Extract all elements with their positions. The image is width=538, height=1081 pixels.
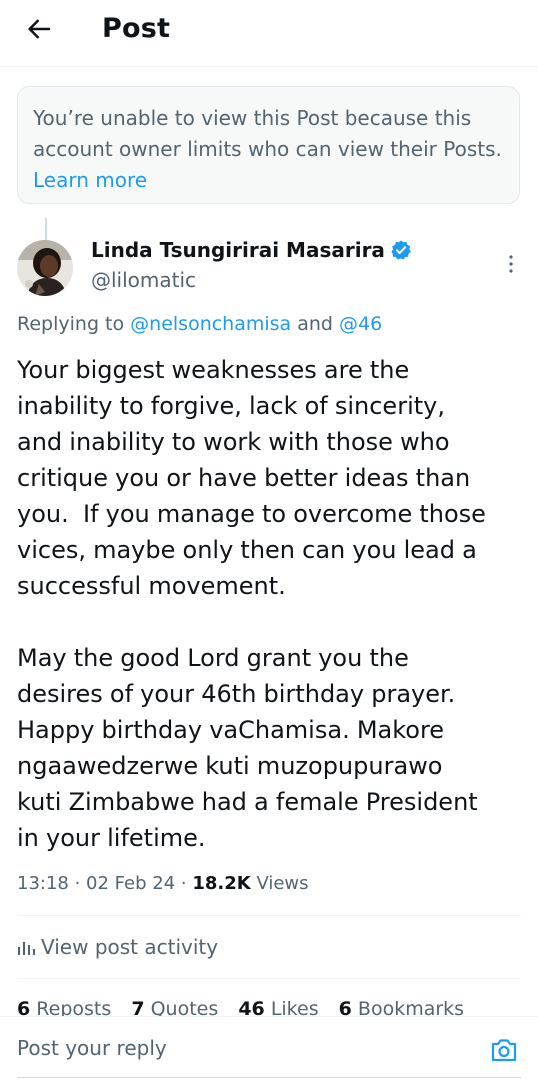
reply-input[interactable] — [17, 1031, 457, 1065]
page-title: Post — [102, 13, 171, 44]
analytics-bars-icon — [18, 942, 35, 955]
reposts-stat[interactable]: 6 Reposts — [17, 998, 111, 1016]
replying-prefix: Replying to — [17, 313, 131, 335]
likes-stat[interactable]: 46 Likes — [238, 998, 318, 1016]
views-count: 18.2K — [192, 873, 251, 894]
more-options-icon[interactable] — [505, 252, 517, 276]
learn-more-link[interactable]: Learn more — [33, 168, 147, 192]
quotes-count: 7 — [131, 998, 145, 1016]
mention-link-46[interactable]: @46 — [339, 313, 382, 335]
post-date[interactable]: 02 Feb 24 — [86, 873, 175, 894]
meta-separator: · — [68, 873, 87, 894]
restricted-notice: You’re unable to view this Post because … — [17, 86, 520, 204]
author-name[interactable]: Linda Tsungirirai Masarira — [91, 238, 412, 262]
verified-badge-icon — [391, 240, 411, 260]
view-post-activity-button[interactable]: View post activity — [17, 935, 218, 959]
engagement-stats: 6 Reposts 7 Quotes 46 Likes 6 Bookmarks — [17, 998, 538, 1016]
reposts-label: Reposts — [36, 998, 112, 1016]
quotes-label: Quotes — [150, 998, 219, 1016]
reply-underline — [17, 1077, 521, 1078]
camera-icon[interactable] — [490, 1037, 518, 1063]
mention-link-nelsonchamisa[interactable]: @nelsonchamisa — [130, 313, 291, 335]
top-bar: Post — [0, 0, 538, 67]
post-meta: 13:18 · 02 Feb 24 · 18.2K Views — [17, 873, 309, 894]
bookmarks-count: 6 — [338, 998, 352, 1016]
meta-separator-2: · — [175, 873, 193, 894]
replying-and: and — [291, 313, 340, 335]
bookmarks-stat[interactable]: 6 Bookmarks — [339, 998, 464, 1016]
author-name-text: Linda Tsungirirai Masarira — [91, 238, 385, 262]
bookmarks-label: Bookmarks — [357, 998, 465, 1016]
reply-bar — [0, 1016, 538, 1081]
post-time[interactable]: 13:18 — [17, 873, 69, 894]
divider — [17, 915, 521, 916]
reposts-count: 6 — [17, 998, 31, 1016]
quotes-stat[interactable]: 7 Quotes — [131, 998, 218, 1016]
avatar-image — [17, 240, 73, 296]
notice-text: You’re unable to view this Post because … — [33, 106, 502, 161]
post-text: Your biggest weaknesses are the inabilit… — [17, 356, 486, 852]
divider — [17, 978, 521, 979]
author-handle[interactable]: @lilomatic — [91, 268, 196, 292]
likes-label: Likes — [270, 998, 319, 1016]
views-label: Views — [256, 873, 309, 894]
likes-count: 46 — [238, 998, 265, 1016]
replying-to: Replying to @nelsonchamisa and @46 — [17, 313, 382, 335]
avatar[interactable] — [17, 240, 73, 296]
thread-line — [45, 218, 47, 240]
arrow-left-icon[interactable] — [24, 14, 54, 44]
activity-label: View post activity — [41, 935, 219, 959]
